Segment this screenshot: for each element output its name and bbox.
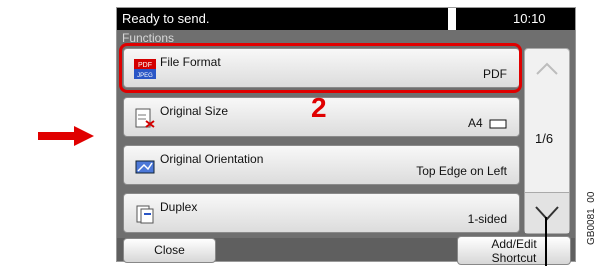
close-button-label: Close [154,243,185,257]
pointer-arrow-icon [38,126,94,146]
status-divider [448,8,456,30]
add-edit-shortcut-button[interactable]: Add/Edit Shortcut [457,236,571,265]
highlight-box [119,43,522,93]
device-screen: Ready to send. 10:10 Functions PDF JPEG … [116,7,576,265]
duplex-icon [136,205,154,224]
figure-code: GB0081_00 [586,191,595,245]
item-value-text: A4 [467,116,483,130]
page-indicator: 1/6 [535,131,554,146]
clock: 10:10 [513,11,546,26]
original-size-icon [135,108,155,128]
status-bar: Ready to send. 10:10 [117,8,575,30]
step-number: 2 [311,92,327,123]
scroll-up-button[interactable] [525,49,569,89]
list-item-duplex[interactable]: Duplex 1-sided [123,193,520,233]
shortcut-label-line1: Add/Edit [491,237,537,251]
status-message: Ready to send. [122,11,210,26]
item-value: A4 [468,116,507,130]
item-value: Top Edge on Left [416,164,507,178]
callout-line [545,217,547,266]
chevron-down-icon [535,206,559,221]
bottom-toolbar: Close Add/Edit Shortcut [117,236,575,265]
chevron-up-icon [536,62,558,75]
item-title: Duplex [160,200,198,214]
paper-orientation-icon [489,119,507,129]
scroll-down-button[interactable] [525,192,569,233]
list-item-original-orientation[interactable]: Original Orientation Top Edge on Left [123,145,520,185]
scroll-column: 1/6 [524,48,570,234]
item-title: Original Orientation [160,152,264,166]
item-value: 1-sided [467,212,507,226]
item-title: Original Size [160,104,229,118]
shortcut-label-line2: Shortcut [491,251,537,265]
orientation-icon [135,160,155,174]
close-button[interactable]: Close [123,238,216,263]
